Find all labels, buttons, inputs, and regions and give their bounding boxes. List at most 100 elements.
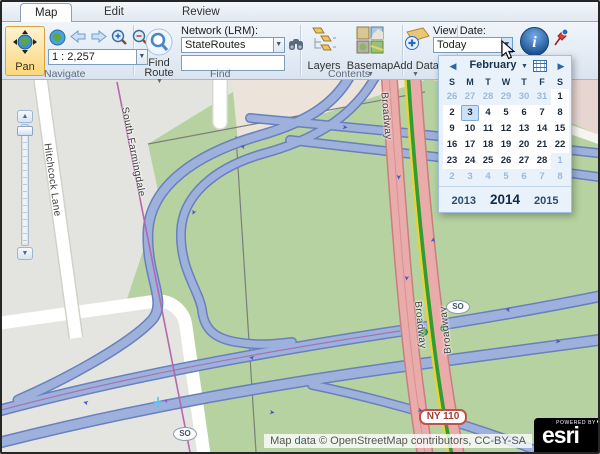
date-picker-popup: ◀ February ▼ ▶ SMTWTFS 26272829303112345… (438, 55, 572, 213)
calendar-day[interactable]: 31 (533, 89, 551, 105)
calendar-day[interactable]: 18 (479, 137, 497, 153)
calendar-day[interactable]: 22 (551, 137, 569, 153)
previous-extent-button[interactable] (69, 29, 87, 47)
calendar-day[interactable]: 10 (461, 121, 479, 137)
month-dropdown-arrow[interactable]: ▼ (521, 63, 528, 70)
calendar-day[interactable]: 19 (497, 137, 515, 153)
calendar-day-header: M (461, 77, 479, 89)
calendar-day[interactable]: 1 (551, 89, 569, 105)
esri-logo: POWERED BY esri (534, 418, 600, 452)
calendar-day[interactable]: 3 (461, 169, 479, 185)
contents-group-label: Contents (328, 68, 370, 80)
find-route-button[interactable] (144, 27, 174, 57)
calendar-year-2014[interactable]: 2014 (490, 192, 520, 207)
calendar-day[interactable]: 5 (497, 169, 515, 185)
ribbon-tab-bar: Map Edit Review (0, 0, 600, 22)
network-input[interactable] (181, 37, 273, 53)
calendar-day[interactable]: 6 (515, 105, 533, 121)
calendar-day[interactable]: 4 (479, 105, 497, 121)
scale-input[interactable] (48, 49, 136, 65)
calendar-day[interactable]: 26 (497, 153, 515, 169)
calendar-day[interactable]: 3 (461, 105, 479, 121)
add-data-icon (399, 26, 431, 54)
calendar-grid-icon[interactable] (533, 60, 547, 72)
calendar-day-header: S (551, 77, 569, 89)
calendar-day[interactable]: 8 (551, 169, 569, 185)
basemap-button[interactable] (354, 26, 386, 56)
info-button[interactable]: i (520, 27, 549, 56)
next-month-button[interactable]: ▶ (555, 60, 567, 72)
calendar-day[interactable]: 29 (497, 89, 515, 105)
calendar-day[interactable]: 13 (515, 121, 533, 137)
calendar-day[interactable]: 27 (515, 153, 533, 169)
calendar-day[interactable]: 9 (443, 121, 461, 137)
calendar-day[interactable]: 1 (551, 153, 569, 169)
route-shield: NY 110 (419, 409, 467, 425)
tab-review[interactable]: Review (168, 3, 234, 23)
arrow-right-icon (90, 29, 107, 44)
layers-button[interactable] (308, 26, 340, 56)
map-attribution: Map data © OpenStreetMap contributors, C… (264, 434, 532, 448)
tab-edit[interactable]: Edit (90, 3, 138, 23)
calendar-day[interactable]: 28 (533, 153, 551, 169)
calendar-day[interactable]: 4 (479, 169, 497, 185)
view-date-combo: ▼ (433, 37, 513, 53)
zoom-slider-up-button[interactable]: ▲ (17, 110, 33, 123)
info-icon: i (532, 34, 536, 51)
calendar-day[interactable]: 30 (515, 89, 533, 105)
calendar-year-2013[interactable]: 2013 (451, 195, 475, 207)
search-routes-button[interactable] (287, 37, 305, 55)
find-route-icon (144, 27, 174, 57)
tab-map[interactable]: Map (20, 3, 72, 23)
add-data-dropdown-arrow[interactable]: ▼ (412, 71, 419, 78)
zoom-slider-track[interactable] (21, 124, 29, 246)
calendar-day[interactable]: 28 (479, 89, 497, 105)
calendar-day[interactable]: 14 (533, 121, 551, 137)
calendar-day[interactable]: 24 (461, 153, 479, 169)
find-route-dropdown-arrow[interactable]: ▼ (156, 78, 163, 85)
zoom-in-icon (111, 29, 128, 46)
pushpin-icon[interactable] (552, 28, 570, 48)
traffic-direction-arrow: ➤ (342, 124, 349, 132)
calendar-day[interactable]: 17 (461, 137, 479, 153)
zoom-slider-down-button[interactable]: ▼ (17, 247, 33, 260)
previous-month-button[interactable]: ◀ (447, 60, 459, 72)
calendar-day[interactable]: 26 (443, 89, 461, 105)
arrow-left-icon (70, 29, 87, 44)
calendar-year-2015[interactable]: 2015 (534, 195, 558, 207)
view-date-label: View Date: (433, 25, 486, 37)
calendar-day[interactable]: 20 (515, 137, 533, 153)
route-shield: SO (446, 300, 470, 314)
network-dropdown-button[interactable]: ▼ (273, 37, 285, 53)
view-date-input[interactable] (433, 37, 501, 53)
layers-icon (309, 26, 339, 54)
full-extent-button[interactable] (48, 29, 66, 47)
traffic-direction-arrow: ➤ (430, 237, 438, 244)
calendar-day[interactable]: 15 (551, 121, 569, 137)
route-input[interactable] (181, 55, 285, 71)
globe-icon (49, 29, 66, 46)
month-label[interactable]: February (465, 59, 521, 71)
next-extent-button[interactable] (89, 29, 107, 47)
zoom-in-button[interactable] (110, 29, 128, 47)
scale-combo: ▼ (48, 49, 148, 65)
calendar-day[interactable]: 7 (533, 169, 551, 185)
calendar-day[interactable]: 12 (497, 121, 515, 137)
zoom-slider-handle[interactable] (17, 126, 33, 136)
calendar-day[interactable]: 16 (443, 137, 461, 153)
view-date-dropdown-button[interactable]: ▼ (501, 37, 513, 53)
calendar-day[interactable]: 5 (497, 105, 515, 121)
calendar-day[interactable]: 27 (461, 89, 479, 105)
calendar-day[interactable]: 2 (443, 105, 461, 121)
add-data-button[interactable] (398, 26, 432, 56)
calendar-day[interactable]: 6 (515, 169, 533, 185)
calendar-day[interactable]: 23 (443, 153, 461, 169)
calendar-day[interactable]: 8 (551, 105, 569, 121)
calendar-day[interactable]: 25 (479, 153, 497, 169)
pan-button[interactable]: Pan (5, 26, 45, 76)
calendar-day[interactable]: 21 (533, 137, 551, 153)
calendar-day[interactable]: 7 (533, 105, 551, 121)
calendar-day[interactable]: 2 (443, 169, 461, 185)
network-combo: ▼ (181, 37, 285, 53)
calendar-day[interactable]: 11 (479, 121, 497, 137)
